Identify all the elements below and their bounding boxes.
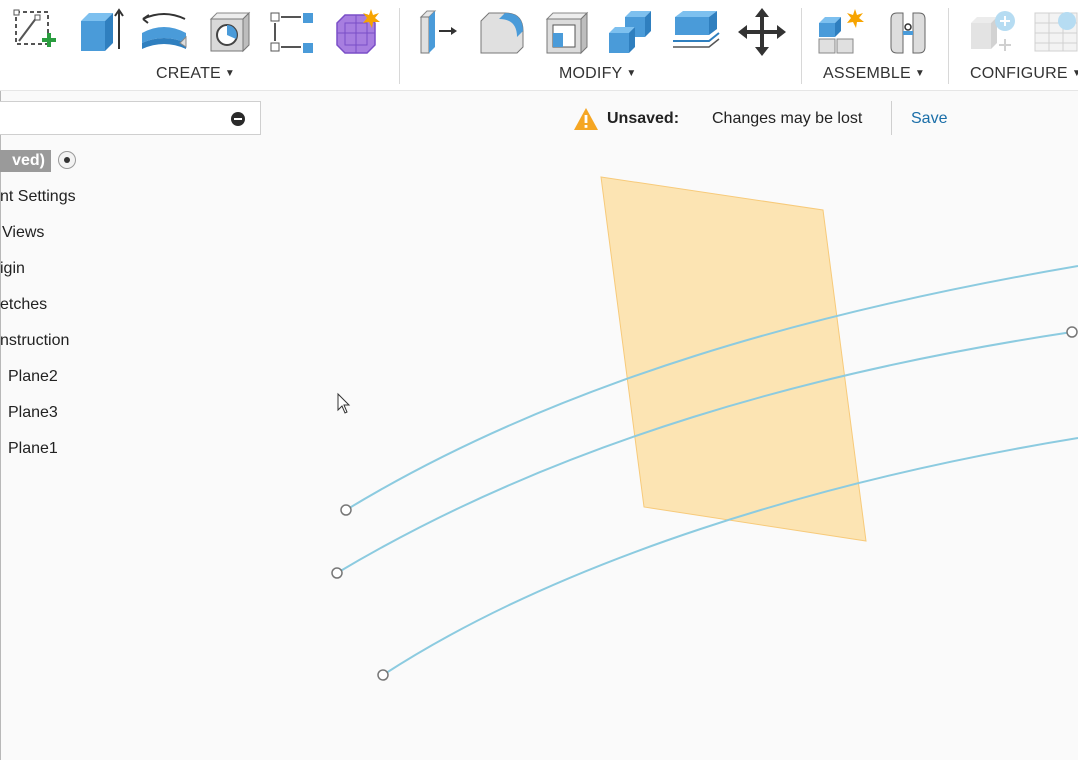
create-sketch-icon bbox=[13, 9, 56, 47]
press-pull-button[interactable] bbox=[412, 6, 464, 58]
new-component-icon bbox=[818, 9, 864, 54]
toolbar-separator bbox=[801, 8, 802, 84]
mouse-cursor-icon bbox=[337, 392, 351, 414]
configure-menu[interactable]: CONFIGURE ▼ bbox=[970, 65, 1078, 83]
spline-endpoint[interactable] bbox=[340, 504, 352, 516]
unsaved-message: Changes may be lost bbox=[712, 110, 863, 127]
pattern-button[interactable] bbox=[266, 6, 318, 58]
create-form-icon bbox=[336, 9, 380, 54]
browser-search-input[interactable] bbox=[0, 101, 261, 135]
rectangular-pattern-icon bbox=[270, 12, 313, 53]
caret-down-icon: ▼ bbox=[626, 68, 637, 79]
caret-down-icon: ▼ bbox=[224, 68, 236, 79]
press-pull-icon bbox=[419, 10, 457, 54]
caret-down-icon: ▼ bbox=[914, 68, 925, 79]
move-copy-button[interactable] bbox=[736, 6, 788, 58]
save-link[interactable]: Save bbox=[911, 110, 947, 128]
combine-button[interactable] bbox=[604, 6, 656, 58]
spline-endpoint[interactable] bbox=[331, 567, 343, 579]
create-menu[interactable]: CREATE ▼ bbox=[156, 65, 235, 83]
toolbar: CREATE ▼ MODIFY ▼ ASSEMBLE ▼ CONFIGURE ▼ bbox=[0, 0, 1078, 91]
unsaved-label: Unsaved: bbox=[607, 110, 680, 127]
modify-menu[interactable]: MODIFY ▼ bbox=[559, 65, 637, 83]
extrude-icon bbox=[81, 8, 124, 51]
warning-icon bbox=[574, 108, 598, 130]
combine-icon bbox=[609, 11, 651, 53]
create-menu-label: CREATE bbox=[156, 65, 221, 82]
toolbar-separator bbox=[399, 8, 400, 84]
revolve-button[interactable] bbox=[138, 6, 190, 58]
new-component-button[interactable] bbox=[814, 6, 866, 58]
modify-menu-label: MODIFY bbox=[559, 65, 623, 82]
move-arrows-icon bbox=[738, 8, 786, 56]
collapse-browser-button[interactable] bbox=[231, 112, 245, 126]
configuration-table-icon bbox=[1034, 12, 1078, 52]
toolbar-separator bbox=[948, 8, 949, 84]
hole-icon bbox=[209, 11, 251, 53]
caret-down-icon: ▼ bbox=[1071, 68, 1078, 79]
configure-menu-label: CONFIGURE bbox=[970, 65, 1068, 82]
offset-face-button[interactable] bbox=[670, 6, 722, 58]
status-separator bbox=[891, 101, 892, 135]
spline-endpoint[interactable] bbox=[1066, 326, 1078, 338]
fillet-icon bbox=[480, 12, 524, 54]
spline-endpoint[interactable] bbox=[377, 669, 389, 681]
create-sketch-button[interactable] bbox=[10, 6, 62, 58]
shell-button[interactable] bbox=[540, 6, 592, 58]
assemble-menu-label: ASSEMBLE bbox=[823, 65, 911, 82]
hole-button[interactable] bbox=[202, 6, 254, 58]
revolve-icon bbox=[142, 13, 187, 49]
fillet-button[interactable] bbox=[476, 6, 528, 58]
configure-add-icon bbox=[971, 11, 1015, 51]
extrude-button[interactable] bbox=[74, 6, 126, 58]
create-form-button[interactable] bbox=[330, 6, 382, 58]
assemble-menu[interactable]: ASSEMBLE ▼ bbox=[823, 65, 925, 83]
shell-icon bbox=[545, 11, 589, 55]
construction-plane[interactable] bbox=[600, 176, 867, 542]
joint-icon bbox=[890, 12, 926, 54]
configure-table-button[interactable] bbox=[1030, 6, 1078, 58]
configure-add-button[interactable] bbox=[966, 6, 1018, 58]
minus-icon bbox=[234, 118, 242, 120]
design-canvas[interactable] bbox=[0, 140, 1078, 760]
offset-face-icon bbox=[673, 11, 720, 48]
joint-button[interactable] bbox=[882, 6, 934, 58]
